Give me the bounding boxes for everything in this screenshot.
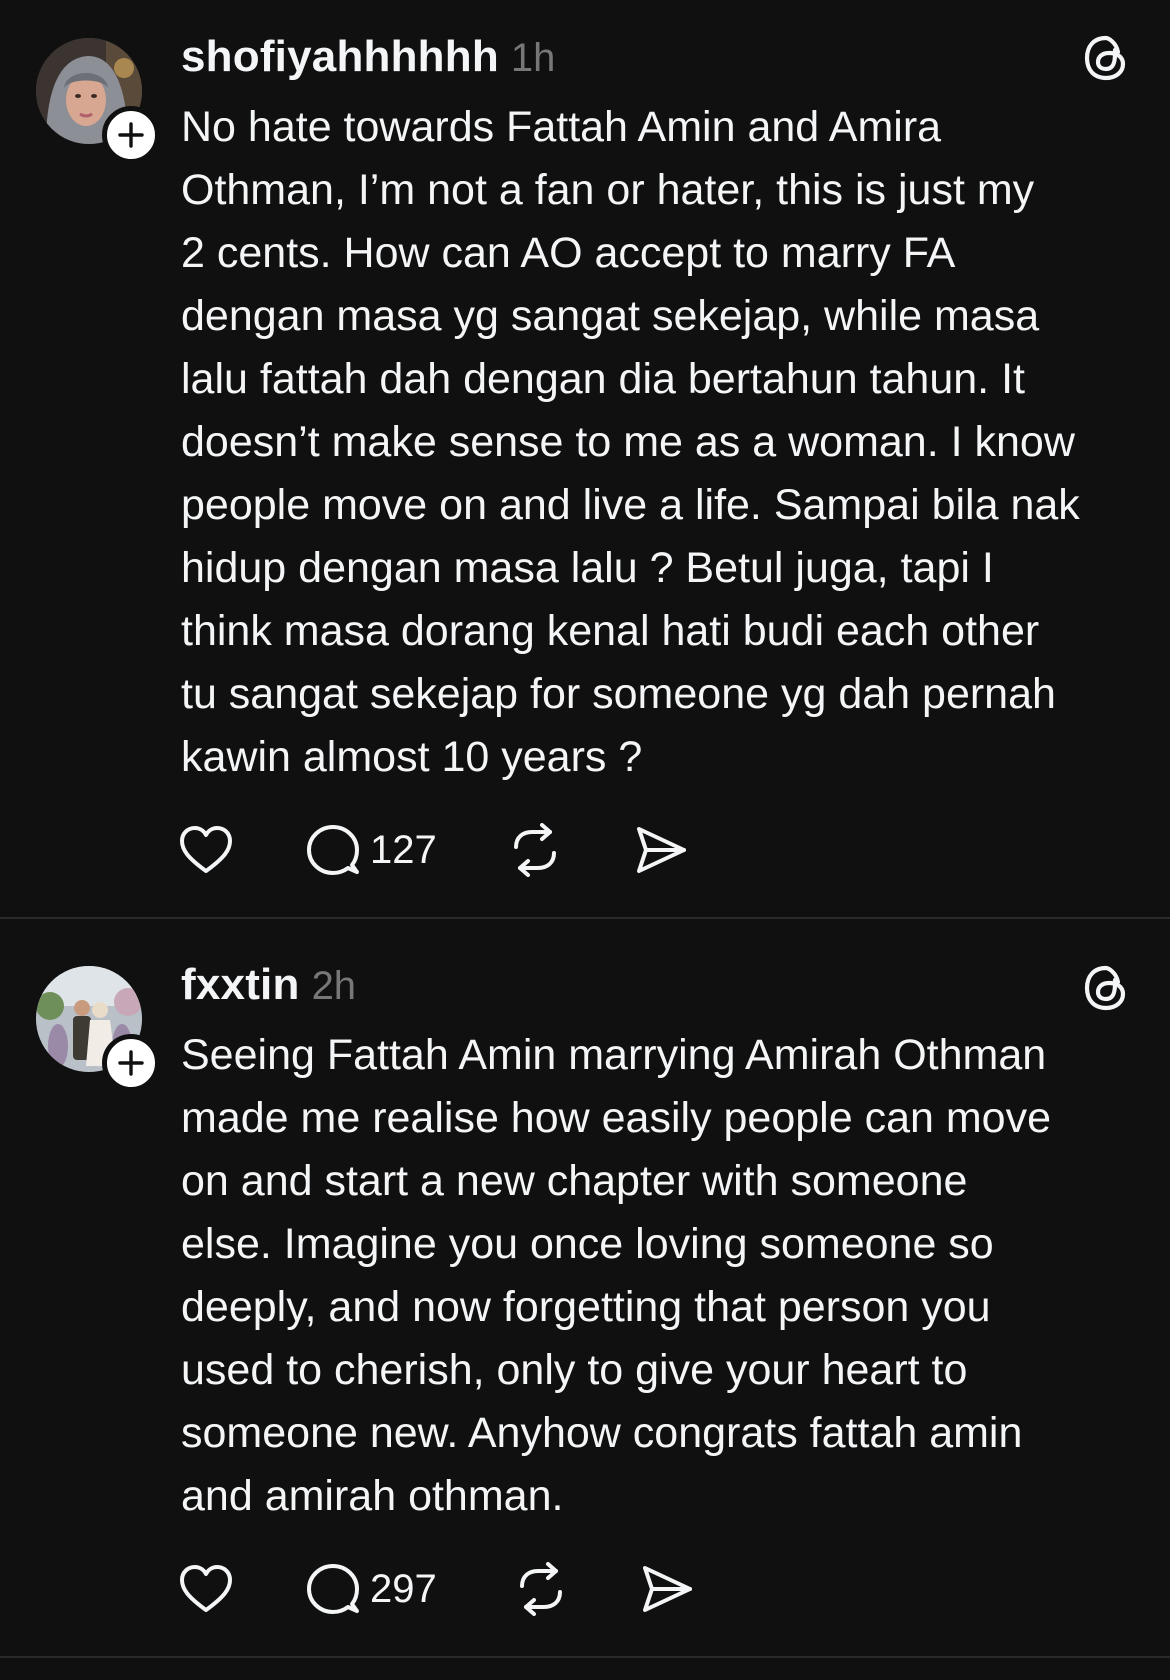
timestamp: 2h [311,964,357,1008]
reply-bubble-icon [307,825,359,875]
plus-icon [118,1050,144,1076]
post-text-line: Seeing Fattah Amin marrying Amirah Othma… [181,1031,1047,1079]
post-text-line: doesn’t make sense to me as a woman. I k… [181,418,1075,466]
post-text-line: else. Imagine you once loving someone so [181,1220,994,1268]
post-header: fxxtin 2h [181,960,356,1010]
post-text-line: someone new. Anyhow congrats fattah amin [181,1409,1023,1457]
plus-icon [118,122,144,148]
heart-icon [180,1565,232,1612]
post-text-line: lalu fattah dah dengan dia bertahun tahu… [181,355,1025,403]
repost-button[interactable] [508,820,562,880]
post-text-line: think masa dorang kenal hati budi each o… [181,607,1040,655]
heart-icon [180,826,232,873]
post-text-line: tu sangat sekejap for someone yg dah per… [181,670,1056,718]
timestamp: 1h [510,36,556,80]
post-text-line: made me realise how easily people can mo… [181,1094,1052,1142]
repost-icon [520,1562,562,1616]
thread-post[interactable]: shofiyahhhhhh 1h No hate towards Fattah … [0,0,1170,918]
send-icon [637,827,686,873]
post-text-line: used to cherish, only to give your heart… [181,1346,968,1394]
reply-count: 127 [370,827,437,872]
reply-button[interactable]: 297 [306,1559,437,1619]
reply-bubble-icon [307,1564,359,1614]
thread-post[interactable]: fxxtin 2h Seeing Fattah Amin marrying Am… [0,918,1170,1658]
like-button[interactable] [178,820,234,880]
like-button[interactable] [178,1559,234,1619]
post-text-line: and amirah othman. [181,1472,564,1520]
post-text-line: Othman, I’m not a fan or hater, this is … [181,166,1035,214]
username[interactable]: fxxtin [181,960,300,1010]
post-text-line: deeply, and now forgetting that person y… [181,1283,991,1331]
username[interactable]: shofiyahhhhhh [181,32,499,82]
repost-button[interactable] [514,1559,568,1619]
post-text: No hate towards Fattah Amin and Amira Ot… [181,96,1141,789]
reply-button[interactable]: 127 [306,820,437,880]
avatar[interactable] [36,38,160,164]
threads-logo-icon[interactable] [1082,964,1130,1012]
threads-logo-icon[interactable] [1082,34,1130,82]
follow-button[interactable] [102,106,160,164]
post-text-line: people move on and live a life. Sampai b… [181,481,1080,529]
reply-count: 297 [370,1566,437,1611]
post-text-line: No hate towards Fattah Amin and Amira [181,103,942,151]
post-text-line: on and start a new chapter with someone [181,1157,968,1205]
post-text-line: hidup dengan masa lalu ? Betul juga, tap… [181,544,994,592]
follow-button[interactable] [102,1034,160,1092]
post-text: Seeing Fattah Amin marrying Amirah Othma… [181,1024,1141,1528]
divider [0,1656,1170,1658]
send-icon [643,1566,692,1612]
share-button[interactable] [640,1559,694,1619]
post-text-line: dengan masa yg sangat sekejap, while mas… [181,292,1040,340]
avatar[interactable] [36,966,160,1092]
post-text-line: kawin almost 10 years ? [181,733,643,781]
repost-icon [514,823,556,877]
post-text-line: 2 cents. How can AO accept to marry FA [181,229,956,277]
share-button[interactable] [634,820,688,880]
post-header: shofiyahhhhhh 1h [181,32,555,82]
